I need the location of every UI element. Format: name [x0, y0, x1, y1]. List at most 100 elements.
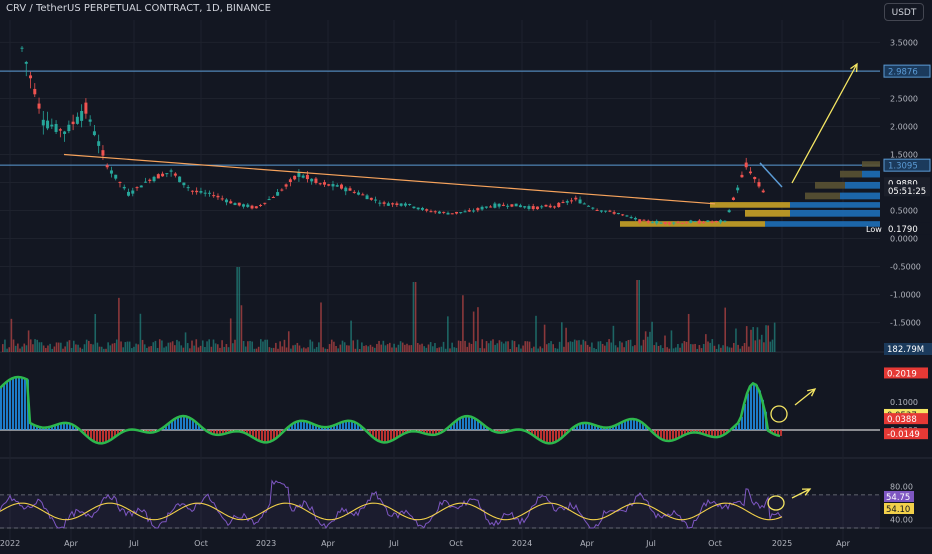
- candle-body: [319, 183, 322, 184]
- volume-bar: [653, 345, 655, 352]
- candle-body: [664, 222, 667, 224]
- volume-bar: [228, 347, 230, 352]
- volume-bar: [628, 340, 630, 352]
- volume-bar: [292, 345, 294, 352]
- volume-bar: [62, 349, 64, 352]
- candle-body: [642, 220, 645, 221]
- osc-histogram-bar: [258, 430, 260, 440]
- candle-body: [366, 195, 369, 199]
- volume-bar: [30, 339, 32, 352]
- osc-histogram-bar: [0, 388, 2, 430]
- candle-body: [42, 120, 45, 126]
- volume-bar: [376, 344, 378, 352]
- candle-body: [429, 211, 432, 212]
- volume-bar: [241, 305, 243, 352]
- candle-body: [340, 185, 343, 189]
- volume-bar: [681, 343, 683, 352]
- osc-histogram-bar: [12, 378, 14, 430]
- volume-bar: [60, 343, 62, 352]
- volume-bar: [352, 340, 354, 352]
- volume-bar: [191, 341, 193, 352]
- volume-bar: [503, 344, 505, 352]
- candle-body: [174, 174, 177, 176]
- candle-body: [732, 198, 735, 200]
- volume-bar: [559, 342, 561, 352]
- volume-bar: [223, 347, 225, 352]
- candle-body: [600, 210, 603, 211]
- candle-body: [570, 200, 573, 201]
- candle-body: [191, 191, 194, 192]
- x-tick-label: Oct: [194, 539, 208, 548]
- volume-bar: [477, 307, 479, 352]
- volume-bar: [641, 346, 643, 352]
- candle-body: [178, 177, 181, 183]
- candle-body: [404, 204, 407, 206]
- candle-body: [591, 208, 594, 209]
- candle-body: [677, 222, 680, 223]
- volume-bar: [610, 343, 612, 352]
- candle-body: [412, 207, 415, 208]
- volume-bar: [406, 344, 408, 352]
- volume-bar: [763, 342, 765, 352]
- volume-bar: [507, 341, 509, 352]
- volume-bar: [501, 342, 503, 352]
- candle-body: [293, 176, 296, 180]
- candle-body: [251, 206, 254, 209]
- candle-body: [378, 203, 381, 204]
- volume-bar: [206, 341, 208, 352]
- volume-bar: [608, 339, 610, 352]
- volume-bar: [688, 314, 690, 352]
- volume-bar: [703, 344, 705, 352]
- volume-bar: [742, 346, 744, 352]
- volume-bar: [312, 342, 314, 352]
- volume-profile-bar: [840, 193, 880, 200]
- volume-bar: [314, 349, 316, 352]
- x-tick-label: 2023: [256, 539, 276, 548]
- candle-body: [723, 221, 726, 222]
- osc-histogram-bar: [15, 377, 17, 430]
- volume-bar: [557, 349, 559, 352]
- candle-body: [391, 203, 394, 204]
- candle-body: [549, 206, 552, 208]
- osc-histogram-bar: [6, 382, 8, 430]
- volume-bar: [522, 346, 524, 352]
- volume-bar: [140, 314, 142, 352]
- volume-bar: [172, 341, 174, 352]
- volume-bar: [185, 332, 187, 352]
- volume-bar: [537, 348, 539, 352]
- candle-body: [527, 206, 530, 209]
- volume-bar: [88, 341, 90, 352]
- volume-bar: [120, 341, 122, 352]
- volume-bar: [129, 342, 131, 352]
- osc-histogram-bar: [21, 377, 23, 430]
- volume-bar: [531, 348, 533, 352]
- volume-bar: [234, 340, 236, 352]
- volume-bar: [19, 349, 21, 352]
- volume-profile-bar: [862, 161, 880, 167]
- candle-body: [536, 207, 539, 210]
- volume-bar: [178, 341, 180, 352]
- candle-body: [625, 215, 628, 216]
- currency-button[interactable]: USDT: [884, 3, 924, 21]
- volume-bar: [247, 341, 249, 352]
- volume-bar: [131, 348, 133, 352]
- candle-body: [689, 220, 692, 222]
- candle-body: [553, 206, 556, 207]
- volume-bar: [591, 342, 593, 352]
- volume-bar: [183, 348, 185, 352]
- chart-canvas[interactable]: 3.50003.00002.50002.00001.50001.00000.50…: [0, 0, 932, 550]
- volume-bar: [454, 347, 456, 352]
- x-tick-label: Oct: [449, 539, 463, 548]
- volume-bar: [236, 267, 238, 352]
- volume-bar: [198, 347, 200, 352]
- volume-bar: [355, 349, 357, 352]
- candle-body: [489, 207, 492, 208]
- volume-bar: [196, 339, 198, 352]
- volume-bar: [15, 346, 17, 352]
- volume-bar: [623, 347, 625, 352]
- volume-bar: [389, 343, 391, 352]
- volume-bar: [86, 340, 88, 352]
- candle-body: [745, 163, 748, 168]
- volume-bar: [587, 345, 589, 352]
- candle-body: [89, 119, 92, 121]
